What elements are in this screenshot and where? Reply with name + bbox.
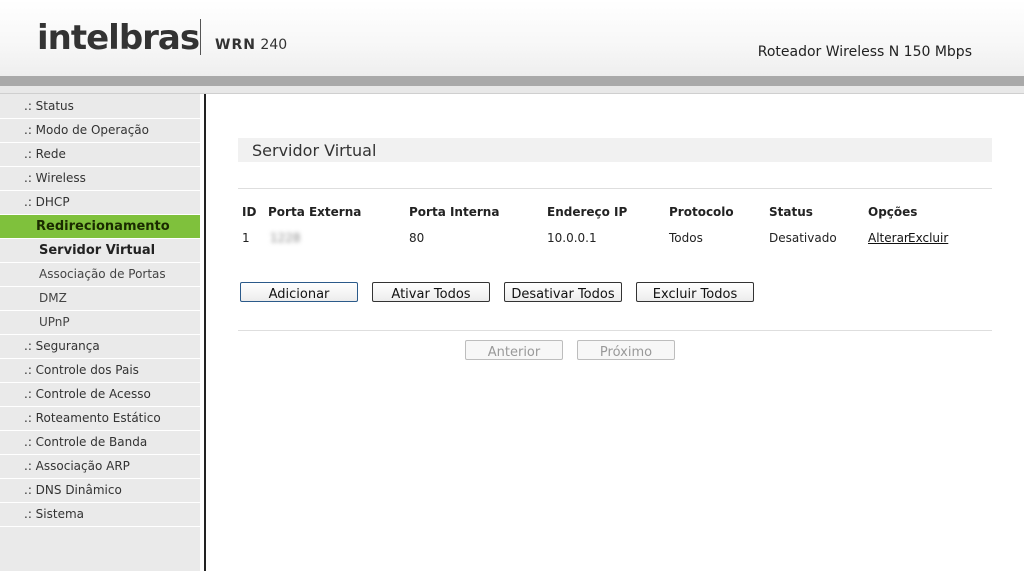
row-id: 1 — [242, 231, 250, 245]
sidebar-item-controle-pais[interactable]: .: Controle dos Pais — [0, 359, 200, 383]
sidebar-item-associacao-arp[interactable]: .: Associação ARP — [0, 455, 200, 479]
sidebar: .: Status .: Modo de Operação .: Rede .:… — [0, 94, 200, 571]
sidebar-item-rede[interactable]: .: Rede — [0, 143, 200, 167]
sidebar-subitem-upnp[interactable]: UPnP — [0, 311, 200, 335]
row-internal-port: 80 — [409, 231, 425, 245]
row-external-port: 1228 — [270, 231, 301, 245]
sidebar-item-sistema[interactable]: .: Sistema — [0, 503, 200, 527]
table-top-divider — [238, 188, 992, 189]
sidebar-item-seguranca[interactable]: .: Segurança — [0, 335, 200, 359]
row-delete-link[interactable]: Excluir — [908, 230, 948, 246]
product-name: Roteador Wireless N 150 Mbps — [757, 44, 972, 60]
row-status: Desativado — [769, 231, 837, 245]
delete-all-button[interactable]: Excluir Todos — [636, 282, 754, 302]
intelbras-logo: intelbras — [37, 18, 200, 58]
header-bar — [0, 76, 1024, 86]
sidebar-menu: .: Status .: Modo de Operação .: Rede .:… — [0, 95, 200, 527]
row-protocol: Todos — [669, 231, 703, 245]
disable-all-button[interactable]: Desativar Todos — [504, 282, 622, 302]
model-number: 240 — [260, 37, 288, 53]
add-button[interactable]: Adicionar — [240, 282, 358, 302]
row-edit-link[interactable]: Alterar — [868, 230, 909, 246]
sidebar-item-dns-dinamico[interactable]: .: DNS Dinâmico — [0, 479, 200, 503]
sidebar-item-wireless[interactable]: .: Wireless — [0, 167, 200, 191]
model-prefix: WRN — [215, 37, 256, 53]
sidebar-subitem-servidor-virtual[interactable]: Servidor Virtual — [0, 239, 200, 263]
column-header-status: Status — [769, 205, 813, 219]
sidebar-item-roteamento-estatico[interactable]: .: Roteamento Estático — [0, 407, 200, 431]
model-name: WRN 240 — [215, 36, 287, 54]
main-content: Servidor Virtual ID Porta Externa Porta … — [206, 94, 1024, 571]
sidebar-item-redirecionamento[interactable]: Redirecionamento — [0, 215, 200, 239]
header-separator — [200, 19, 201, 55]
page-title-bar: Servidor Virtual — [238, 138, 992, 162]
sidebar-item-modo-operacao[interactable]: .: Modo de Operação — [0, 119, 200, 143]
sidebar-subitem-dmz[interactable]: DMZ — [0, 287, 200, 311]
column-header-options: Opções — [868, 205, 918, 219]
row-ip-address: 10.0.0.1 — [547, 231, 597, 245]
sidebar-item-dhcp[interactable]: .: DHCP — [0, 191, 200, 215]
column-header-id: ID — [242, 205, 257, 219]
column-header-internal-port: Porta Interna — [409, 205, 500, 219]
column-header-external-port: Porta Externa — [268, 205, 362, 219]
enable-all-button[interactable]: Ativar Todos — [372, 282, 490, 302]
table-bottom-divider — [238, 330, 992, 331]
next-page-button[interactable]: Próximo — [577, 340, 675, 360]
column-header-protocol: Protocolo — [669, 205, 734, 219]
sidebar-item-status[interactable]: .: Status — [0, 95, 200, 119]
previous-page-button[interactable]: Anterior — [465, 340, 563, 360]
column-header-ip-address: Endereço IP — [547, 205, 628, 219]
header-bar-light — [0, 86, 1024, 94]
sidebar-item-controle-banda[interactable]: .: Controle de Banda — [0, 431, 200, 455]
sidebar-item-controle-acesso[interactable]: .: Controle de Acesso — [0, 383, 200, 407]
sidebar-subitem-associacao-portas[interactable]: Associação de Portas — [0, 263, 200, 287]
page-title: Servidor Virtual — [252, 141, 377, 160]
header: intelbras WRN 240 Roteador Wireless N 15… — [0, 0, 1024, 76]
